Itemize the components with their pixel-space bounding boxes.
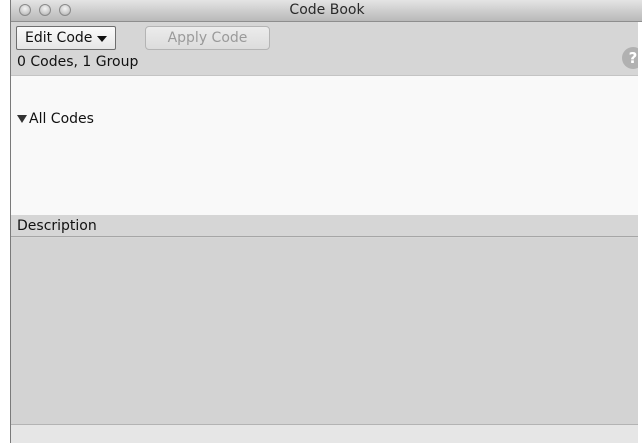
window-title: Code Book bbox=[289, 2, 365, 18]
bottom-status-bar bbox=[11, 424, 642, 443]
description-header: Description bbox=[11, 215, 642, 237]
edit-code-button[interactable]: Edit Code bbox=[16, 26, 117, 50]
code-list[interactable]: All Codes bbox=[11, 75, 642, 215]
triangle-down-icon[interactable] bbox=[17, 115, 27, 123]
code-count-label: 0 Codes, 1 Group bbox=[17, 54, 139, 70]
edit-code-label: Edit Code bbox=[25, 30, 93, 46]
title-bar[interactable]: Code Book bbox=[11, 0, 642, 22]
description-text-area[interactable] bbox=[11, 238, 642, 424]
chevron-down-icon bbox=[97, 36, 108, 42]
tree-item-all-codes[interactable]: All Codes bbox=[17, 110, 94, 128]
code-book-window: Code Book Edit Code Apply Code ? 0 Codes… bbox=[10, 0, 642, 443]
apply-code-button[interactable]: Apply Code bbox=[145, 26, 270, 50]
window-right-edge bbox=[638, 22, 642, 443]
tree-item-label: All Codes bbox=[29, 111, 94, 127]
